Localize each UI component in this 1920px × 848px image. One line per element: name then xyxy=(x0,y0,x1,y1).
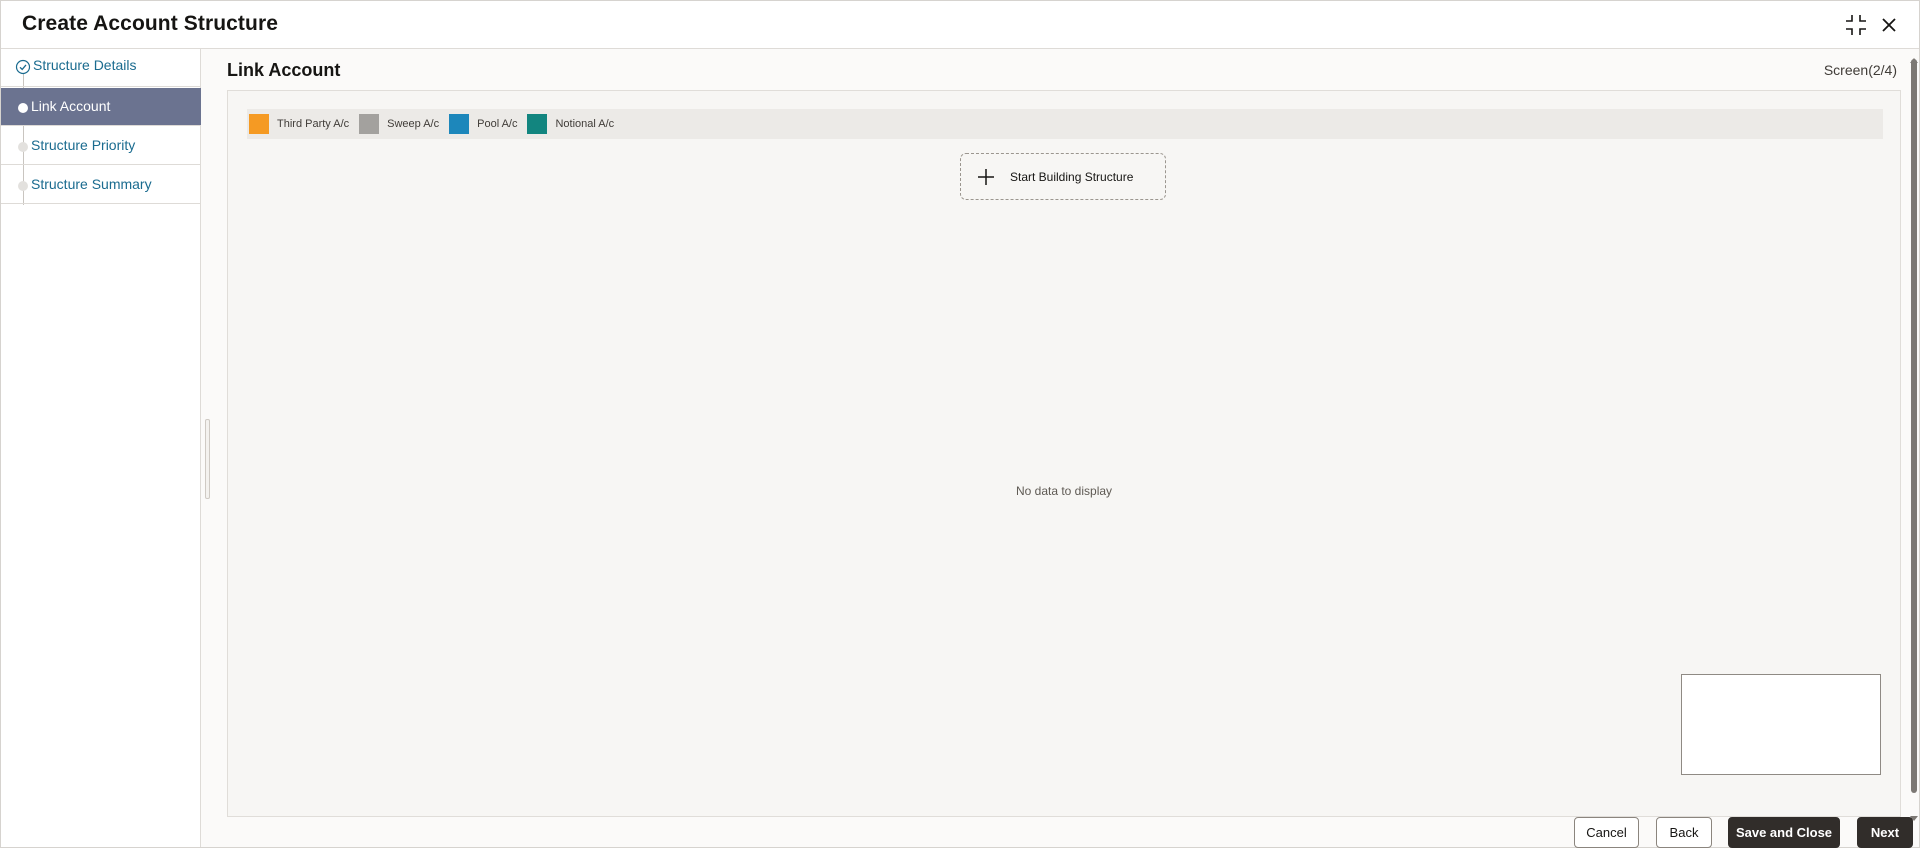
step-indicator xyxy=(18,142,28,152)
step-structure-priority[interactable]: Structure Priority xyxy=(1,127,201,165)
structure-canvas[interactable]: Third Party A/c Sweep A/c Pool A/c Notio… xyxy=(227,90,1901,817)
legend-swatch xyxy=(527,114,548,134)
scroll-down-arrow-icon[interactable] xyxy=(1910,809,1918,821)
empty-state-message: No data to display xyxy=(1015,484,1113,498)
step-link-account[interactable]: Link Account xyxy=(1,88,201,126)
legend-label: Sweep A/c xyxy=(387,118,440,130)
scroll-up-arrow-icon[interactable] xyxy=(1910,50,1918,63)
account-type-legend: Third Party A/c Sweep A/c Pool A/c Notio… xyxy=(247,109,1883,139)
back-button[interactable]: Back xyxy=(1656,817,1712,848)
scrollbar-thumb[interactable] xyxy=(1911,59,1917,793)
window-header: Create Account Structure xyxy=(1,1,1919,49)
start-building-structure-label: Start Building Structure xyxy=(1010,169,1134,184)
structure-minimap[interactable] xyxy=(1681,674,1881,775)
step-label: Structure Summary xyxy=(31,176,152,192)
start-building-structure-button[interactable]: Start Building Structure xyxy=(960,153,1166,200)
legend-swatch xyxy=(359,114,380,134)
step-structure-summary[interactable]: Structure Summary xyxy=(1,166,201,204)
step-structure-details[interactable]: Structure Details xyxy=(1,49,201,87)
minimize-icon[interactable] xyxy=(1844,13,1868,37)
vertical-scrollbar[interactable] xyxy=(1909,49,1919,821)
legend-item-sweep: Sweep A/c xyxy=(359,114,439,134)
step-indicator xyxy=(18,181,28,191)
page-title: Link Account xyxy=(227,60,341,80)
legend-item-pool: Pool A/c xyxy=(449,114,517,134)
legend-label: Notional A/c xyxy=(555,118,615,130)
step-indicator xyxy=(18,103,28,113)
step-label: Structure Priority xyxy=(31,137,136,153)
check-circle-icon xyxy=(15,59,31,75)
cancel-button[interactable]: Cancel xyxy=(1574,817,1639,848)
window-title: Create Account Structure xyxy=(22,12,279,35)
legend-item-third-party: Third Party A/c xyxy=(249,114,349,134)
steps-sidebar: Structure Details Link Account Structure… xyxy=(1,49,201,847)
panel-resize-handle[interactable] xyxy=(205,419,210,499)
legend-label: Third Party A/c xyxy=(277,118,350,130)
close-icon[interactable] xyxy=(1877,13,1901,37)
legend-label: Pool A/c xyxy=(477,118,518,130)
create-account-structure-window: Create Account Structure Structure Detai… xyxy=(0,0,1920,848)
next-button[interactable]: Next xyxy=(1857,817,1913,848)
step-label: Link Account xyxy=(31,98,111,114)
legend-item-notional: Notional A/c xyxy=(527,114,614,134)
legend-swatch xyxy=(449,114,470,134)
save-and-close-button[interactable]: Save and Close xyxy=(1728,817,1840,848)
plus-icon xyxy=(977,168,995,186)
legend-swatch xyxy=(249,114,269,134)
screen-indicator: Screen(2/4) xyxy=(1823,62,1897,78)
step-label: Structure Details xyxy=(33,57,137,73)
